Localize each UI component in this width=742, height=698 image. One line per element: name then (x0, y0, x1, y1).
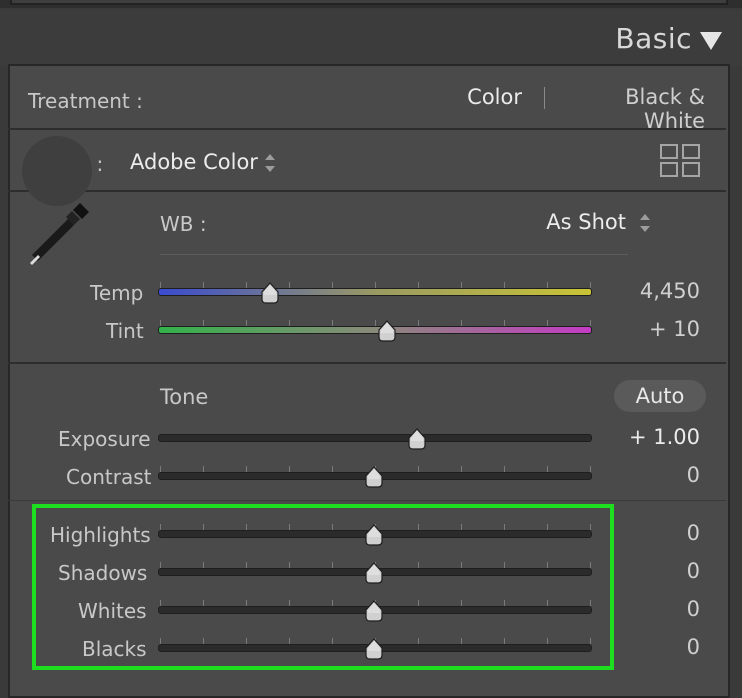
tint-value[interactable]: + 10 (600, 317, 700, 341)
exposure-slider-thumb[interactable] (407, 428, 427, 450)
highlights-value[interactable]: 0 (600, 521, 700, 545)
temp-slider-thumb[interactable] (260, 282, 280, 304)
temp-slider-track[interactable] (158, 288, 592, 296)
whites-value[interactable]: 0 (600, 597, 700, 621)
exposure-slider-track[interactable] (158, 434, 592, 442)
treatment-separator (544, 87, 545, 109)
tone-label: Tone (160, 385, 209, 409)
profile-spinner-icon[interactable] (265, 154, 275, 172)
tint-slider-track[interactable] (158, 326, 592, 334)
highlight-annotation-box (32, 504, 614, 670)
profile-dropdown[interactable]: Adobe Color (130, 150, 258, 174)
wb-underline (160, 254, 628, 255)
contrast-slider-thumb[interactable] (364, 466, 384, 488)
eyedropper-icon[interactable] (22, 196, 96, 268)
temp-value[interactable]: 4,450 (600, 279, 700, 303)
treatment-color-option[interactable]: Color (440, 85, 522, 109)
contrast-value[interactable]: 0 (600, 463, 700, 487)
divider (8, 500, 726, 501)
contrast-label: Contrast (66, 465, 152, 489)
treatment-label: Treatment : (28, 89, 143, 113)
exposure-value[interactable]: + 1.00 (600, 425, 700, 449)
divider (8, 128, 726, 130)
treatment-bw-option[interactable]: Black & White (560, 85, 705, 133)
blacks-value[interactable]: 0 (600, 635, 700, 659)
divider (8, 362, 726, 364)
wb-dropdown[interactable]: As Shot (510, 210, 626, 234)
panel-title: Basic (615, 22, 692, 55)
wb-label: WB : (160, 212, 207, 236)
shadows-value[interactable]: 0 (600, 559, 700, 583)
tint-slider-thumb[interactable] (377, 320, 397, 342)
profile-browser-grid-icon[interactable] (660, 144, 700, 178)
divider (8, 190, 726, 192)
exposure-label: Exposure (58, 427, 151, 451)
temp-label: Temp (90, 281, 144, 305)
wb-spinner-icon[interactable] (640, 214, 650, 232)
top-strip (0, 0, 742, 8)
panel-header[interactable]: Basic (0, 10, 742, 66)
collapse-triangle-icon[interactable] (700, 32, 722, 50)
tint-label: Tint (106, 319, 144, 343)
auto-tone-button[interactable]: Auto (614, 380, 706, 412)
